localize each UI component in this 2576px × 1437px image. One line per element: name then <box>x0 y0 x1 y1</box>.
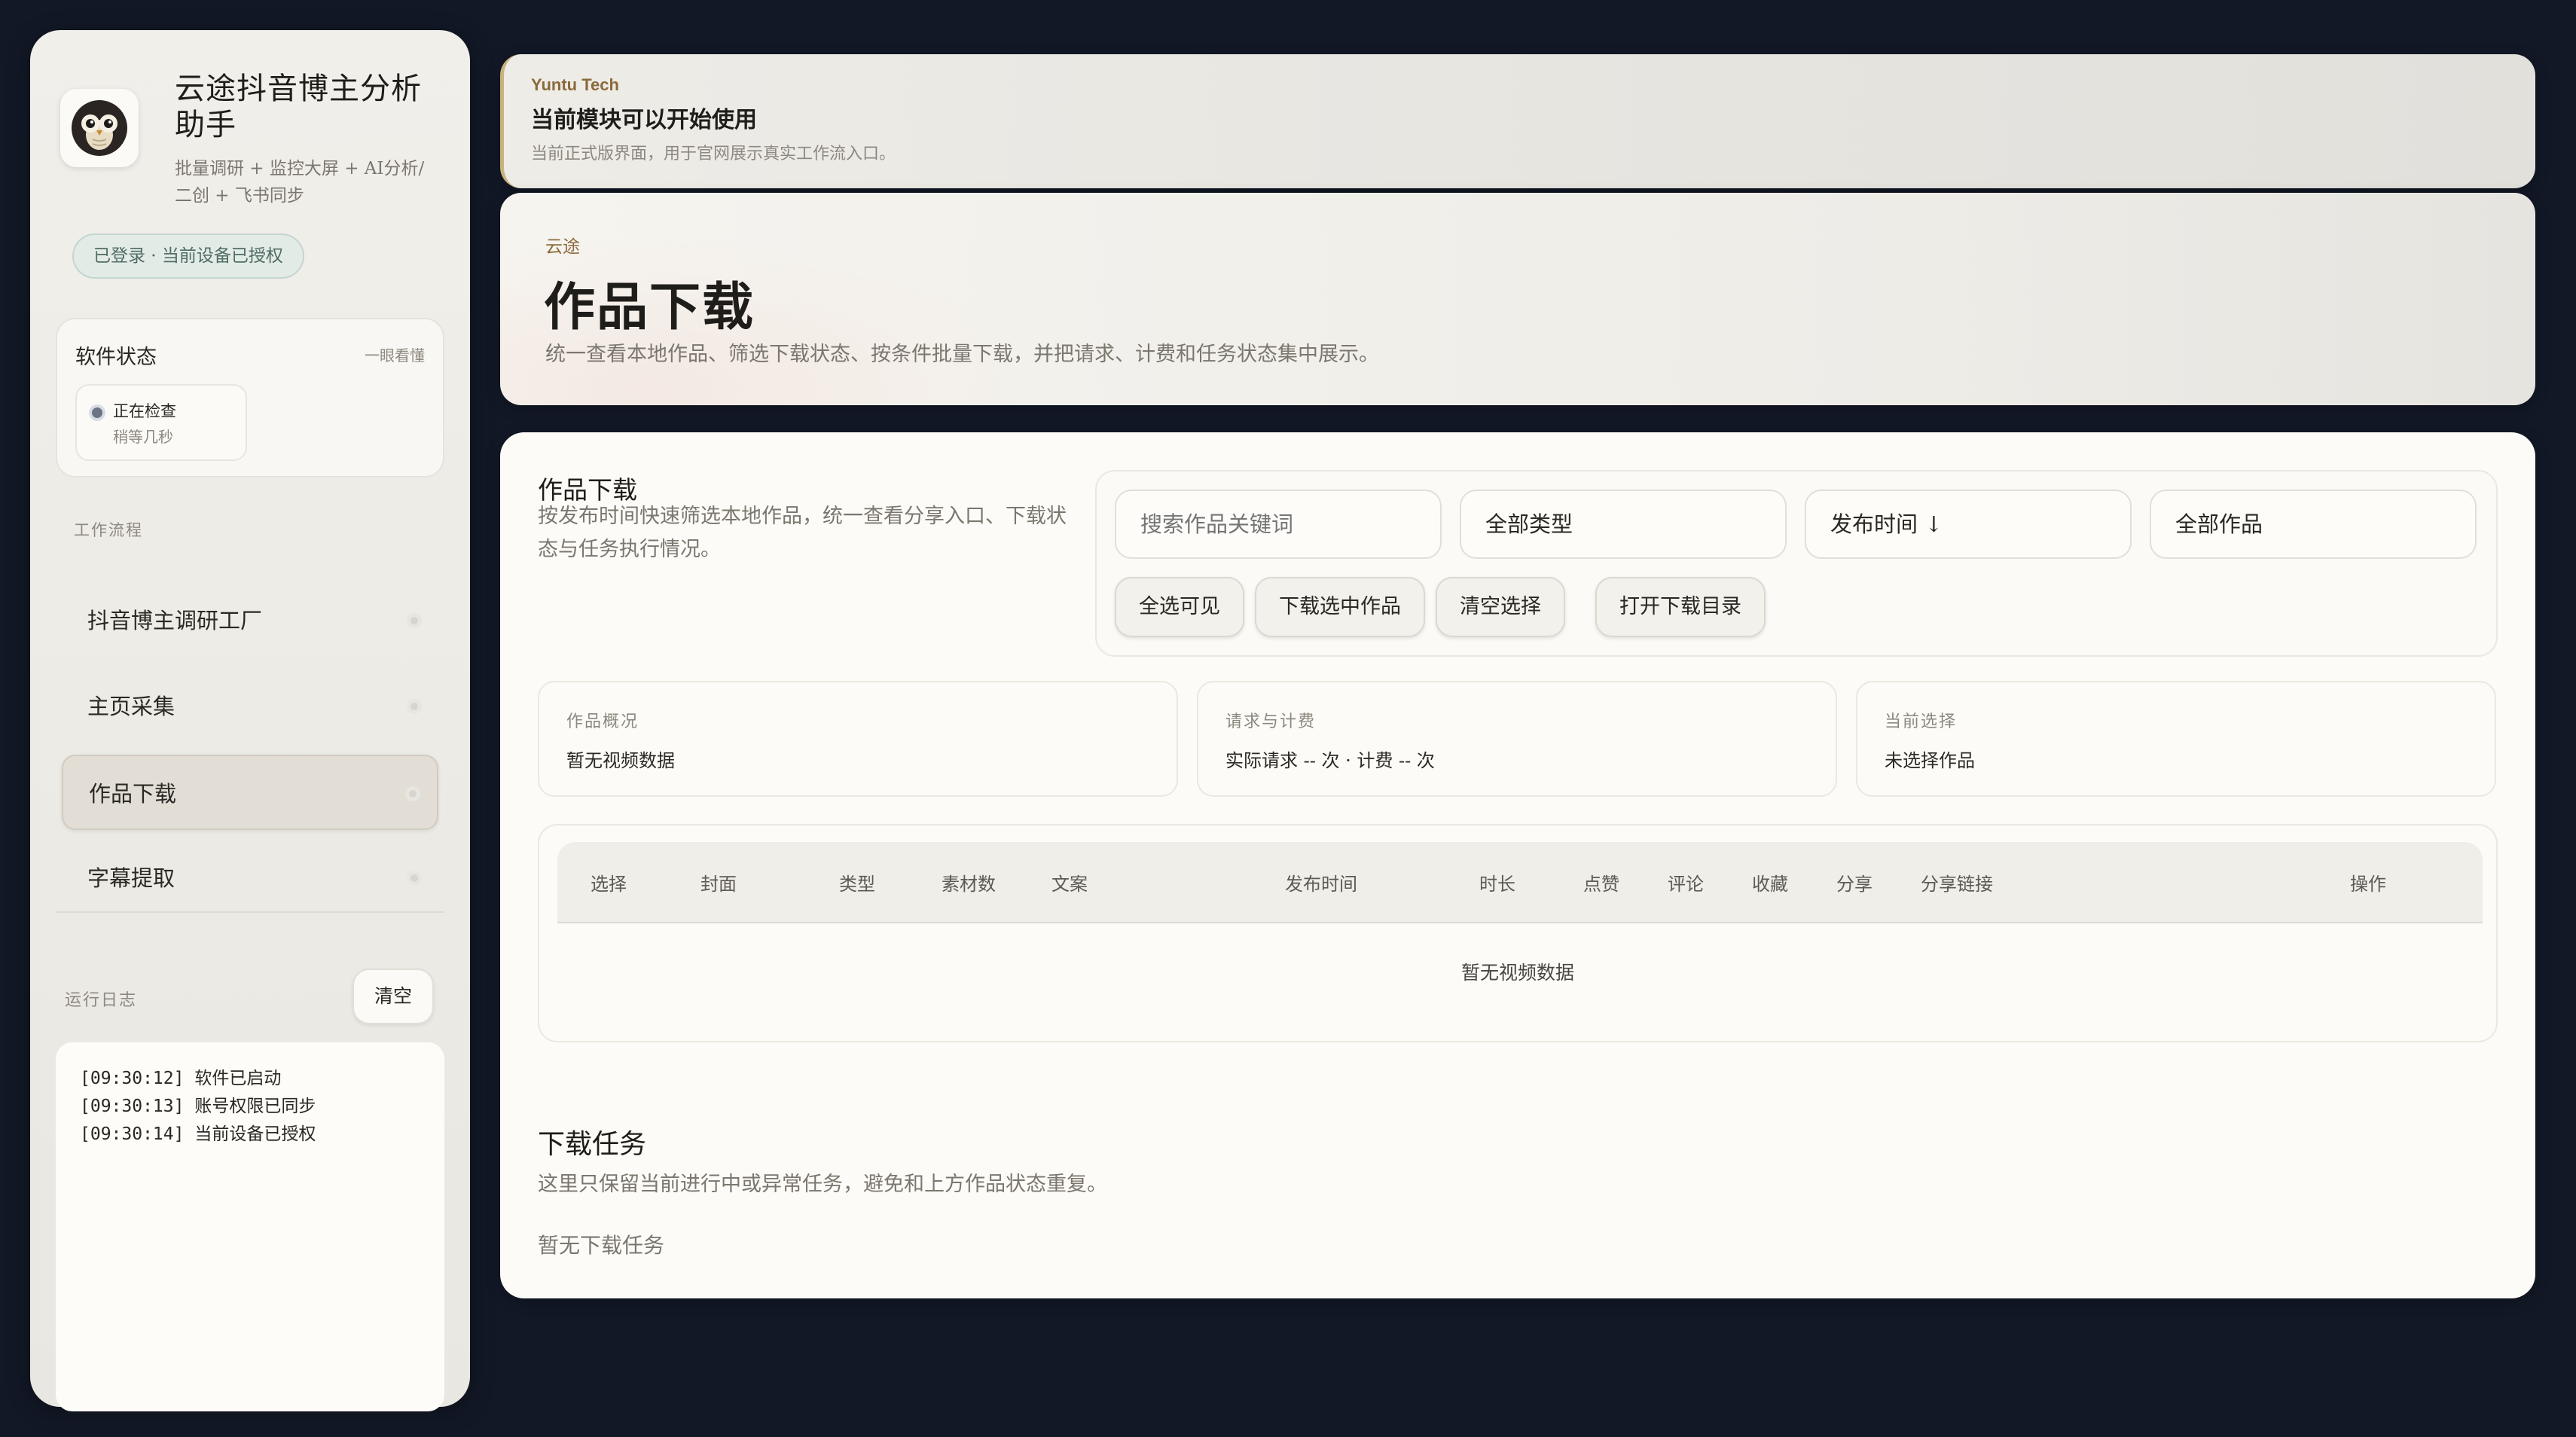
stat-label: 当前选择 <box>1885 712 1958 731</box>
status-card-title: 软件状态 <box>75 346 157 369</box>
download-selected-button[interactable]: 下载选中作品 <box>1255 577 1425 637</box>
run-log-panel: [09:30:12] 软件已启动 [09:30:13] 账号权限已同步 [09:… <box>56 1042 444 1411</box>
table-empty-state: 暂无视频数据 <box>1460 962 1574 984</box>
column-header-comments[interactable]: 评论 <box>1668 869 1704 895</box>
app-title: 云途抖音博主分析助手 <box>175 72 422 142</box>
clear-log-button[interactable]: 清空 <box>353 969 434 1024</box>
page-title: 作品下载 <box>544 277 755 337</box>
sidebar-item-label: 字幕提取 <box>87 865 175 891</box>
banner-description: 当前正式版界面，用于官网展示真实工作流入口。 <box>531 145 896 163</box>
search-input[interactable] <box>1115 490 1442 559</box>
status-dot-icon <box>407 699 422 714</box>
status-dot-icon <box>405 786 420 801</box>
works-overview-card: 作品概况 暂无视频数据 <box>538 681 1178 797</box>
run-log-label: 运行日志 <box>65 991 138 1010</box>
sidebar-item-label: 抖音博主调研工厂 <box>87 608 263 633</box>
sidebar-item-profile-collect[interactable]: 主页采集 <box>62 669 438 744</box>
column-header-shares[interactable]: 分享 <box>1836 869 1872 895</box>
column-header-caption[interactable]: 文案 <box>1051 869 1088 895</box>
current-selection-card: 当前选择 未选择作品 <box>1856 681 2496 797</box>
type-select[interactable]: 全部类型 <box>1460 490 1787 559</box>
column-header-material-count[interactable]: 素材数 <box>942 869 996 895</box>
status-dot-icon <box>89 404 105 421</box>
sidebar-item-label: 主页采集 <box>87 694 175 719</box>
banner-title: 当前模块可以开始使用 <box>531 107 757 133</box>
page-header: 云途 作品下载 统一查看本地作品、筛选下载状态、按条件批量下载，并把请求、计费和… <box>500 193 2535 405</box>
sidebar-item-label: 作品下载 <box>89 781 177 807</box>
sidebar-divider <box>56 911 444 913</box>
column-header-share-link[interactable]: 分享链接 <box>1921 869 1993 895</box>
sidebar: 云途抖音博主分析助手 批量调研 + 监控大屏 + AI分析/二创 + 飞书同步 … <box>30 30 470 1411</box>
status-chip: 正在检查 稍等几秒 <box>75 384 247 461</box>
status-subtext: 稍等几秒 <box>113 428 173 446</box>
column-header-publish-time[interactable]: 发布时间 <box>1285 869 1357 895</box>
filter-toolbar: 全部类型 发布时间 ↓ 全部作品 全选可见 下载选中作品 清空选择 打开下载目录 <box>1095 470 2498 657</box>
column-header-duration[interactable]: 时长 <box>1479 869 1515 895</box>
status-card-hint: 一眼看懂 <box>365 346 425 365</box>
software-status-card: 软件状态 一眼看懂 正在检查 稍等几秒 <box>56 318 444 477</box>
stat-label: 请求与计费 <box>1225 712 1317 731</box>
status-dot-icon <box>407 871 422 886</box>
log-line: [09:30:14] 当前设备已授权 <box>80 1124 316 1144</box>
clear-selection-button[interactable]: 清空选择 <box>1436 577 1565 637</box>
download-tasks-title: 下载任务 <box>538 1129 647 1160</box>
sort-select[interactable]: 发布时间 ↓ <box>1805 490 2132 559</box>
log-line: [09:30:13] 账号权限已同步 <box>80 1097 316 1116</box>
stat-label: 作品概况 <box>566 712 639 731</box>
sidebar-item-research-factory[interactable]: 抖音博主调研工厂 <box>62 583 438 658</box>
works-table: 选择 封面 类型 素材数 文案 发布时间 时长 点赞 评论 收藏 分享 分享链接… <box>538 824 2498 1042</box>
column-header-type[interactable]: 类型 <box>839 869 875 895</box>
page-kicker: 云途 <box>545 237 580 257</box>
workflow-section-label: 工作流程 <box>74 521 143 539</box>
column-header-likes[interactable]: 点赞 <box>1583 869 1619 895</box>
stat-value: 未选择作品 <box>1885 750 1975 771</box>
request-billing-card: 请求与计费 实际请求 -- 次 · 计费 -- 次 <box>1197 681 1837 797</box>
column-header-select[interactable]: 选择 <box>591 869 627 895</box>
column-header-favorites[interactable]: 收藏 <box>1752 869 1788 895</box>
status-text: 正在检查 <box>113 402 176 420</box>
stat-value: 暂无视频数据 <box>566 750 675 771</box>
owl-logo-icon <box>60 89 139 167</box>
download-tasks-description: 这里只保留当前进行中或异常任务，避免和上方作品状态重复。 <box>538 1173 1107 1196</box>
log-line: [09:30:12] 软件已启动 <box>80 1069 282 1088</box>
module-status-banner: Yuntu Tech 当前模块可以开始使用 当前正式版界面，用于官网展示真实工作… <box>500 54 2535 188</box>
stat-value: 实际请求 -- 次 · 计费 -- 次 <box>1225 750 1435 771</box>
sidebar-item-works-download[interactable]: 作品下载 <box>62 755 438 830</box>
banner-brand: Yuntu Tech <box>531 75 619 94</box>
download-tasks-empty-state: 暂无下载任务 <box>538 1233 665 1258</box>
select-visible-button[interactable]: 全选可见 <box>1115 577 1244 637</box>
column-header-actions[interactable]: 操作 <box>2350 869 2386 895</box>
sidebar-item-subtitle-extract[interactable]: 字幕提取 <box>62 841 438 916</box>
works-section-description: 按发布时间快速筛选本地作品，统一查看分享入口、下载状态与任务执行情况。 <box>538 505 1067 561</box>
scope-select[interactable]: 全部作品 <box>2150 490 2477 559</box>
status-dot-icon <box>407 613 422 628</box>
open-download-dir-button[interactable]: 打开下载目录 <box>1595 577 1766 637</box>
column-header-cover[interactable]: 封面 <box>700 869 737 895</box>
auth-status-badge: 已登录 · 当前设备已授权 <box>72 233 304 279</box>
table-header: 选择 封面 类型 素材数 文案 发布时间 时长 点赞 评论 收藏 分享 分享链接… <box>557 842 2483 923</box>
works-download-panel: 作品下载 按发布时间快速筛选本地作品，统一查看分享入口、下载状态与任务执行情况。… <box>500 432 2535 1298</box>
app-subtitle: 批量调研 + 监控大屏 + AI分析/二创 + 飞书同步 <box>175 159 425 206</box>
page-description: 统一查看本地作品、筛选下载状态、按条件批量下载，并把请求、计费和任务状态集中展示… <box>545 343 1379 366</box>
